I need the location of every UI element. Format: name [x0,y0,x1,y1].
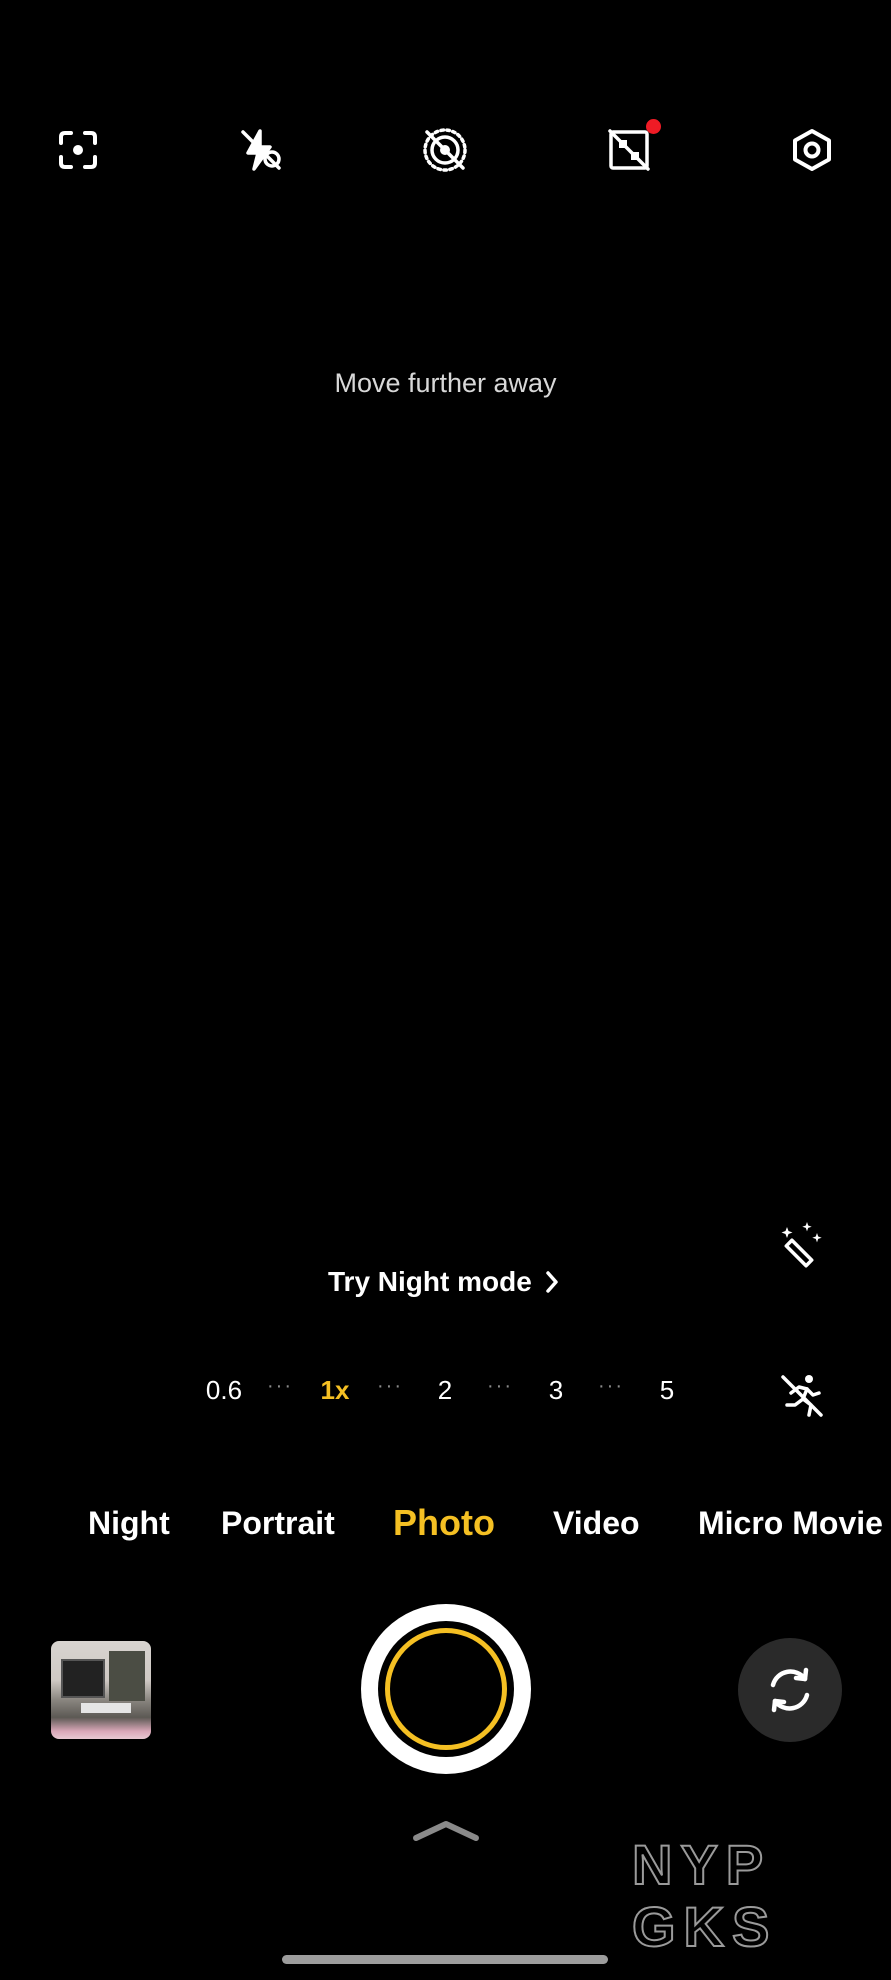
zoom-divider: ··· [598,1375,624,1397]
mode-carousel: Night Portrait Photo Video Micro Movie [0,1505,891,1549]
watermark-line1: NYP [632,1833,771,1896]
zoom-divider: ··· [377,1375,403,1397]
shutter-accent-ring [385,1628,507,1750]
zoom-1x[interactable]: 1x [321,1375,350,1406]
mode-portrait[interactable]: Portrait [221,1505,335,1542]
thumbnail-plant [109,1651,145,1701]
zoom-5[interactable]: 5 [660,1375,674,1406]
aspect-ratio-button[interactable] [591,112,667,188]
night-mode-prompt-label: Try Night mode [328,1266,532,1297]
zoom-divider: ··· [487,1375,513,1397]
flash-off-icon [241,129,281,171]
running-person-off-icon [781,1375,823,1417]
notification-dot [646,119,661,134]
flash-button[interactable] [223,112,299,188]
scan-icon [59,131,97,169]
magic-wand-icon [781,1222,822,1268]
mode-micro-movie[interactable]: Micro Movie [698,1505,883,1542]
thumbnail-monitor [61,1659,105,1698]
top-toolbar [0,112,891,188]
scan-button[interactable] [40,112,116,188]
flip-camera-icon [770,1667,810,1713]
live-photo-button[interactable] [407,112,483,188]
live-photo-off-icon [423,128,467,172]
zoom-3[interactable]: 3 [549,1375,563,1406]
ai-enhance-button[interactable] [770,1212,834,1276]
viewfinder-hint: Move further away [334,368,557,398]
zoom-2[interactable]: 2 [438,1375,452,1406]
zoom-0.6[interactable]: 0.6 [206,1375,242,1406]
settings-icon [793,129,831,171]
aspect-ratio-off-icon [608,129,650,171]
nypgks-watermark-logo: NYP GKS [632,1832,777,1952]
shutter-inner [378,1621,514,1757]
night-mode-prompt[interactable]: Try Night mode [328,1266,564,1298]
zoom-selector: 0.6 ··· 1x ··· 2 ··· 3 ··· 5 [0,1375,891,1419]
settings-button[interactable] [774,112,850,188]
flip-camera-button[interactable] [738,1638,842,1742]
chevron-up-icon[interactable] [410,1816,482,1844]
mode-photo[interactable]: Photo [393,1505,495,1544]
shutter-button[interactable] [361,1604,531,1774]
chevron-right-icon [546,1271,558,1293]
zoom-divider: ··· [267,1375,293,1397]
watermark-line2: GKS [632,1895,777,1952]
motion-button[interactable] [770,1364,834,1428]
home-indicator[interactable] [282,1955,608,1964]
mode-night[interactable]: Night [88,1505,170,1542]
thumbnail-desk-item [81,1703,131,1713]
gallery-thumbnail[interactable] [51,1641,151,1739]
mode-video[interactable]: Video [553,1505,640,1542]
